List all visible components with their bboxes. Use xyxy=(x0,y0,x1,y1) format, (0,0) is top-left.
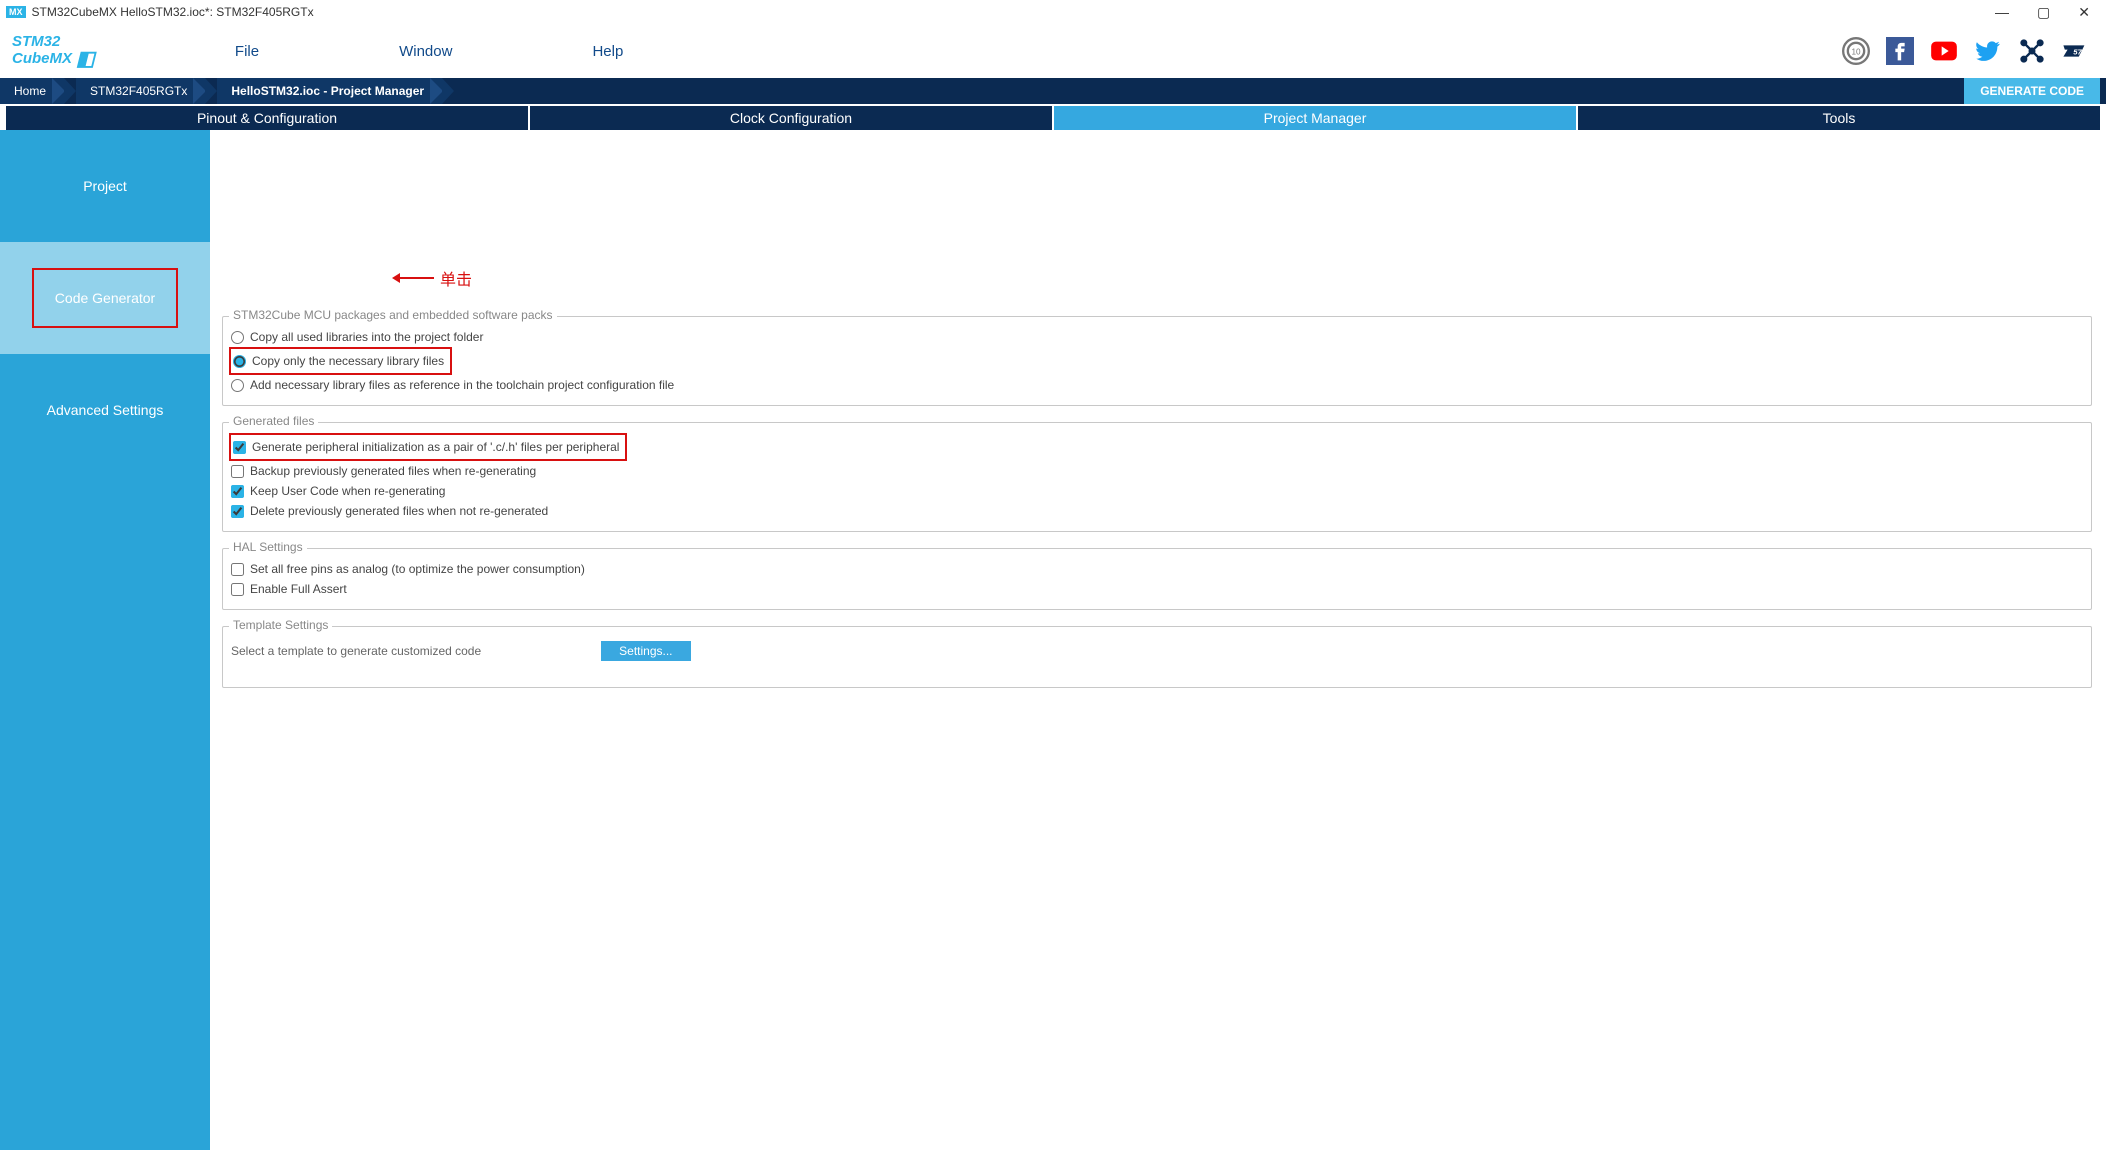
twitter-icon[interactable] xyxy=(1974,37,2002,65)
menu-help[interactable]: Help xyxy=(592,43,623,60)
app-badge: MX xyxy=(6,6,26,18)
tab-project-manager[interactable]: Project Manager xyxy=(1054,106,1576,130)
window-title: STM32CubeMX HelloSTM32.ioc*: STM32F405RG… xyxy=(32,5,314,19)
sidebar: Project Code Generator Advanced Settings xyxy=(0,130,210,1150)
opt-copy-necessary[interactable]: Copy only the necessary library files xyxy=(233,351,444,371)
network-icon[interactable] xyxy=(2018,37,2046,65)
opt-add-reference[interactable]: Add necessary library files as reference… xyxy=(231,375,2079,395)
window-controls: — ▢ ✕ xyxy=(1995,5,2100,19)
template-settings-button[interactable]: Settings... xyxy=(601,641,690,661)
sidebar-item-advanced[interactable]: Advanced Settings xyxy=(0,354,210,466)
annotation-redbox-pair-files: Generate peripheral initialization as a … xyxy=(229,433,627,461)
main-menu: File Window Help xyxy=(235,43,623,60)
social-icons: 10 57 xyxy=(1842,37,2090,65)
opt-delete-prev[interactable]: Delete previously generated files when n… xyxy=(231,501,2079,521)
group-title-generated: Generated files xyxy=(229,414,318,428)
breadcrumb: Home STM32F405RGTx HelloSTM32.ioc - Proj… xyxy=(0,78,2106,104)
group-template-settings: Template Settings Select a template to g… xyxy=(222,626,2092,688)
tab-clock[interactable]: Clock Configuration xyxy=(530,106,1052,130)
anniversary-icon[interactable]: 10 xyxy=(1842,37,1870,65)
radio-add-reference[interactable] xyxy=(231,379,244,392)
annotation-redbox-copy-necessary: Copy only the necessary library files xyxy=(229,347,452,375)
tab-pinout[interactable]: Pinout & Configuration xyxy=(6,106,528,130)
breadcrumb-project[interactable]: HelloSTM32.ioc - Project Manager xyxy=(217,78,442,104)
main-tabs: Pinout & Configuration Clock Configurati… xyxy=(0,106,2106,130)
checkbox-keep-user[interactable] xyxy=(231,485,244,498)
opt-keep-user[interactable]: Keep User Code when re-generating xyxy=(231,481,2079,501)
opt-copy-all[interactable]: Copy all used libraries into the project… xyxy=(231,327,2079,347)
group-mcu-packages: STM32Cube MCU packages and embedded soft… xyxy=(222,316,2092,406)
logo-line2: CubeMX ◧ xyxy=(12,49,95,69)
cube-icon: ◧ xyxy=(76,49,95,69)
opt-full-assert[interactable]: Enable Full Assert xyxy=(231,579,2079,599)
logo-line1: STM32 xyxy=(12,34,95,49)
group-hal-settings: HAL Settings Set all free pins as analog… xyxy=(222,548,2092,610)
top-menu-bar: STM32 CubeMX ◧ File Window Help 10 57 xyxy=(0,24,2106,78)
breadcrumb-chip[interactable]: STM32F405RGTx xyxy=(76,78,205,104)
svg-text:10: 10 xyxy=(1851,48,1861,57)
radio-copy-all[interactable] xyxy=(231,331,244,344)
st-logo-icon[interactable]: 57 xyxy=(2062,37,2090,65)
opt-analog-pins[interactable]: Set all free pins as analog (to optimize… xyxy=(231,559,2079,579)
sidebar-item-project[interactable]: Project xyxy=(0,130,210,242)
checkbox-pair-files[interactable] xyxy=(233,441,246,454)
menu-file[interactable]: File xyxy=(235,43,259,60)
generate-code-button[interactable]: GENERATE CODE xyxy=(1964,78,2100,104)
svg-text:57: 57 xyxy=(2073,48,2082,57)
checkbox-delete-prev[interactable] xyxy=(231,505,244,518)
facebook-icon[interactable] xyxy=(1886,37,1914,65)
radio-copy-necessary[interactable] xyxy=(233,355,246,368)
window-restore-icon[interactable]: ▢ xyxy=(2037,5,2050,19)
group-generated-files: Generated files Generate peripheral init… xyxy=(222,422,2092,532)
sidebar-item-code-generator[interactable]: Code Generator xyxy=(0,242,210,354)
checkbox-analog-pins[interactable] xyxy=(231,563,244,576)
window-close-icon[interactable]: ✕ xyxy=(2078,5,2090,19)
logo: STM32 CubeMX ◧ xyxy=(12,34,95,69)
checkbox-full-assert[interactable] xyxy=(231,583,244,596)
template-desc: Select a template to generate customized… xyxy=(231,644,481,658)
opt-pair-files[interactable]: Generate peripheral initialization as a … xyxy=(233,437,619,457)
titlebar: MX STM32CubeMX HelloSTM32.ioc*: STM32F40… xyxy=(0,0,2106,24)
menu-window[interactable]: Window xyxy=(399,43,452,60)
opt-backup[interactable]: Backup previously generated files when r… xyxy=(231,461,2079,481)
youtube-icon[interactable] xyxy=(1930,37,1958,65)
window-minimize-icon[interactable]: — xyxy=(1995,5,2009,19)
group-title-template: Template Settings xyxy=(229,618,332,632)
checkbox-backup[interactable] xyxy=(231,465,244,478)
content-area: 单击 STM32Cube MCU packages and embedded s… xyxy=(210,130,2106,1150)
group-title-packages: STM32Cube MCU packages and embedded soft… xyxy=(229,308,557,322)
tab-tools[interactable]: Tools xyxy=(1578,106,2100,130)
group-title-hal: HAL Settings xyxy=(229,540,307,554)
